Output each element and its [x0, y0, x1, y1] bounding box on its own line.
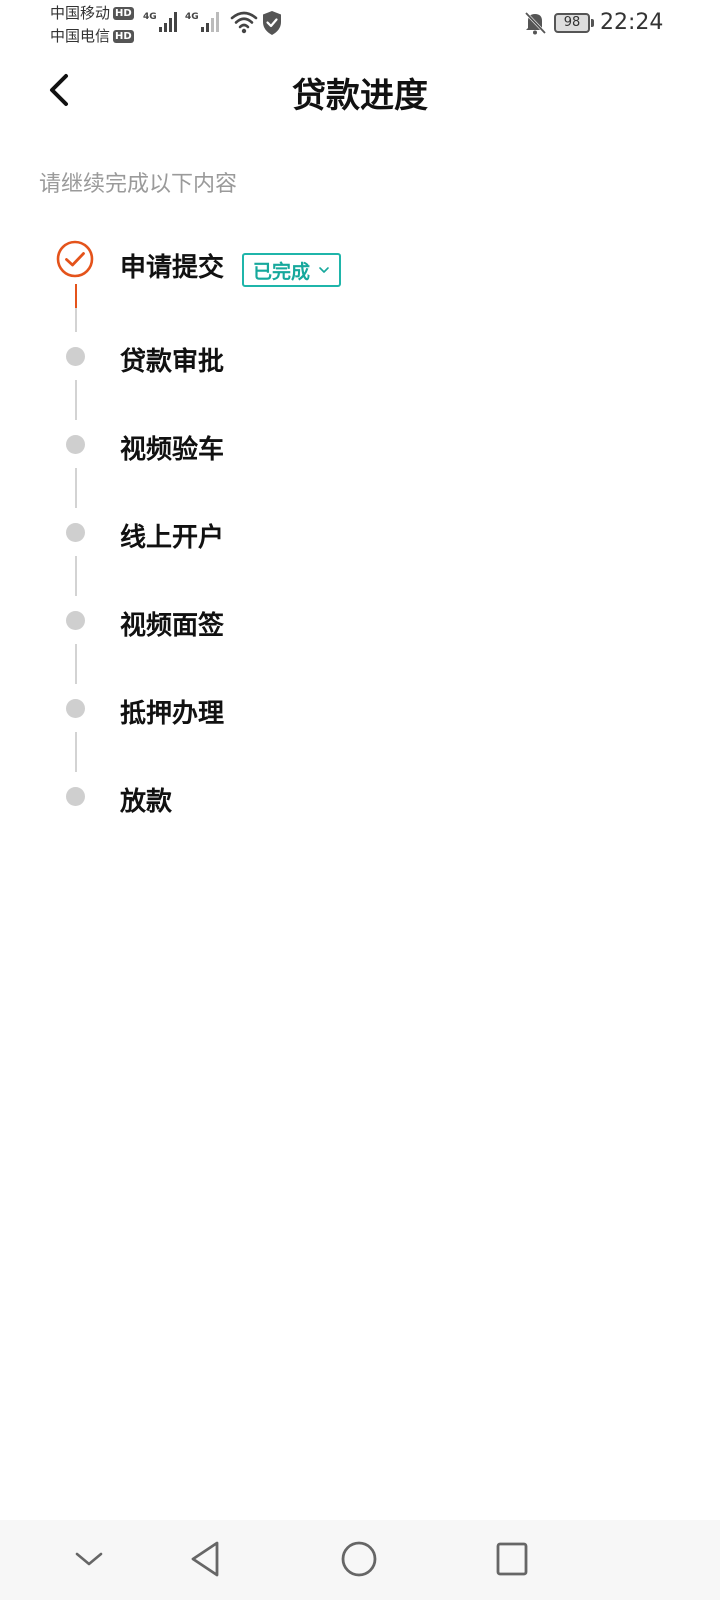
status-time: 22:24: [600, 10, 664, 35]
network-type-label: 4G: [185, 12, 199, 22]
check-circle-icon: [56, 240, 94, 278]
timeline-connector: [75, 644, 77, 684]
step-label[interactable]: 贷款审批: [120, 341, 224, 378]
step-dot: [66, 787, 85, 806]
chevron-down-icon: [319, 267, 329, 273]
step-label[interactable]: 线上开户: [120, 517, 224, 554]
step-label[interactable]: 申请提交: [120, 247, 224, 284]
system-nav-bar: [0, 1520, 720, 1600]
timeline-connector: [75, 732, 77, 772]
network-type-label: 4G: [143, 12, 157, 22]
loan-progress-screen: 中国移动 HD 中国电信 HD 4G 4G 98 22:24 贷款进度 请继续完…: [0, 0, 720, 1600]
timeline-connector: [75, 556, 77, 596]
step-dot: [66, 435, 85, 454]
step-dot: [66, 347, 85, 366]
hd-badge: HD: [113, 7, 134, 20]
battery-tip: [591, 19, 594, 27]
step-dot: [66, 699, 85, 718]
completed-badge-label: 已完成: [253, 260, 311, 283]
step-dot: [66, 523, 85, 542]
timeline-connector: [75, 308, 77, 332]
step-label[interactable]: 放款: [120, 781, 172, 818]
carrier-info: 中国移动 HD 中国电信 HD: [50, 2, 134, 48]
step-label[interactable]: 视频面签: [120, 605, 224, 642]
step-dot: [66, 611, 85, 630]
instruction-text: 请继续完成以下内容: [39, 172, 238, 197]
shield-icon: [263, 11, 281, 35]
signal-1-icon: 4G: [143, 12, 179, 32]
chevron-down-icon[interactable]: [74, 1548, 104, 1570]
step-label[interactable]: 视频验车: [120, 429, 224, 466]
mute-bell-icon: [524, 11, 547, 35]
page-title: 贷款进度: [292, 76, 428, 116]
status-bar: 中国移动 HD 中国电信 HD 4G 4G 98 22:24: [0, 0, 720, 52]
timeline-connector-active: [75, 284, 77, 308]
wifi-icon: [230, 11, 258, 34]
back-triangle-icon[interactable]: [188, 1540, 224, 1578]
carrier-2: 中国电信: [50, 27, 111, 45]
timeline-connector: [75, 380, 77, 420]
recents-square-icon[interactable]: [495, 1541, 529, 1577]
carrier-1: 中国移动: [50, 4, 111, 22]
timeline-connector: [75, 468, 77, 508]
battery-indicator: 98: [554, 13, 590, 33]
signal-2-icon: 4G: [185, 12, 221, 32]
home-circle-icon[interactable]: [340, 1540, 378, 1578]
completed-badge[interactable]: 已完成: [242, 253, 341, 287]
hd-badge: HD: [113, 30, 134, 43]
step-label[interactable]: 抵押办理: [120, 693, 224, 730]
